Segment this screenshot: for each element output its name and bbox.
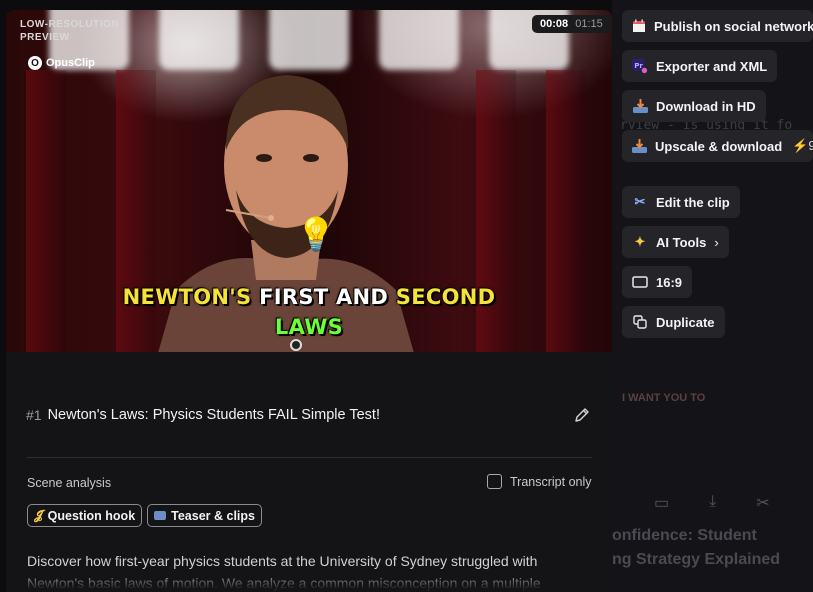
divider xyxy=(26,457,592,458)
bolt-icon: ⚡ xyxy=(792,138,809,153)
edit-clip-label: Edit the clip xyxy=(656,194,730,210)
calendar-icon xyxy=(632,18,646,34)
download-hd-button[interactable]: Download in HD xyxy=(622,90,766,122)
duplicate-label: Duplicate xyxy=(656,314,715,330)
download-hd-label: Download in HD xyxy=(656,98,756,114)
video-player[interactable]: LOW-RESOLUTION PREVIEW O OpusClip 00:08 … xyxy=(6,10,612,352)
transcript-checkbox[interactable] xyxy=(487,474,502,489)
low-resolution-label: LOW-RESOLUTION PREVIEW xyxy=(20,19,120,43)
duplicate-icon xyxy=(632,314,648,330)
credits-value: 93 xyxy=(808,138,813,153)
calendar-icon: ▭ xyxy=(654,495,670,512)
pencil-icon[interactable] xyxy=(572,405,592,425)
tag-teaser-clips[interactable]: Teaser & clips xyxy=(147,504,262,527)
scissors-icon: ✂ xyxy=(756,495,770,512)
edit-clip-button[interactable]: ✂ Edit the clip xyxy=(622,186,740,218)
tag-list: 𝓙 Question hook Teaser & clips xyxy=(27,504,262,527)
download-icon xyxy=(632,98,648,114)
download-icon xyxy=(632,138,647,154)
rectangle-icon xyxy=(632,274,648,290)
clip-title: Newton's Laws: Physics Students FAIL Sim… xyxy=(47,407,380,423)
caption-word-2: FIRST AND xyxy=(259,285,389,309)
publish-button[interactable]: Publish on social networks xyxy=(622,10,813,42)
video-caption: NEWTON'S FIRST AND SECOND LAWS xyxy=(6,282,612,342)
tag-question-hook[interactable]: 𝓙 Question hook xyxy=(27,504,143,527)
exporter-label: Exporter and XML xyxy=(656,58,768,74)
description-fade xyxy=(6,570,612,592)
brand-name: OpusClip xyxy=(46,57,95,69)
sparkle-icon: ✦ xyxy=(634,234,646,249)
credits-badge: ⚡93 xyxy=(792,138,813,154)
hook-icon: 𝓙 xyxy=(34,508,43,522)
premiere-icon: Pr xyxy=(632,58,648,74)
upscale-download-button[interactable]: Upscale & download ⚡93 xyxy=(622,130,813,162)
background-title-line1: onfidence: Student xyxy=(612,527,757,544)
time-total: 01:15 xyxy=(575,18,603,30)
playhead-handle[interactable] xyxy=(290,339,302,351)
aspect-ratio-button[interactable]: 16:9 xyxy=(622,266,693,298)
scissors-icon: ✂ xyxy=(634,194,646,209)
download-icon: ⤓ xyxy=(709,493,717,510)
caption-word-3: SECOND xyxy=(395,285,496,309)
opusclip-logo-icon: O xyxy=(28,56,42,70)
publish-label: Publish on social networks xyxy=(654,18,813,34)
ai-tools-label: AI Tools xyxy=(656,234,707,250)
background-title-line2: ng Strategy Explained xyxy=(612,551,781,568)
video-timer: 00:08 01:15 xyxy=(532,15,611,33)
ai-tools-button[interactable]: ✦ AI Tools › xyxy=(622,226,729,258)
background-caption-text: I WANT YOU TO xyxy=(622,392,706,404)
chevron-right-icon: › xyxy=(714,234,719,250)
film-icon xyxy=(154,511,167,520)
caption-line-2: LAWS xyxy=(274,315,344,339)
duplicate-button[interactable]: Duplicate xyxy=(622,306,725,338)
scene-analysis-label: Scene analysis xyxy=(27,476,112,490)
transcript-only-label: Transcript only xyxy=(510,474,592,489)
time-current: 00:08 xyxy=(540,18,569,30)
clip-panel: LOW-RESOLUTION PREVIEW O OpusClip 00:08 … xyxy=(6,10,612,592)
opusclip-logo: O OpusClip xyxy=(28,56,95,70)
tag-label: Question hook xyxy=(47,508,136,523)
clip-number: #1 xyxy=(26,407,42,423)
exporter-xml-button[interactable]: Pr Exporter and XML xyxy=(622,50,778,82)
aspect-ratio-label: 16:9 xyxy=(656,274,683,290)
svg-text:Pr: Pr xyxy=(634,61,643,70)
clip-title-row: #1 Newton's Laws: Physics Students FAIL … xyxy=(26,407,592,423)
transcript-only-toggle[interactable]: Transcript only xyxy=(487,474,592,489)
caption-word-1: NEWTON'S xyxy=(122,285,252,309)
tag-label: Teaser & clips xyxy=(171,508,255,523)
background-icons: ▭ ⤓ ✂ xyxy=(654,493,770,513)
upscale-label: Upscale & download xyxy=(655,138,783,154)
lightbulb-icon: 💡 xyxy=(296,216,336,252)
